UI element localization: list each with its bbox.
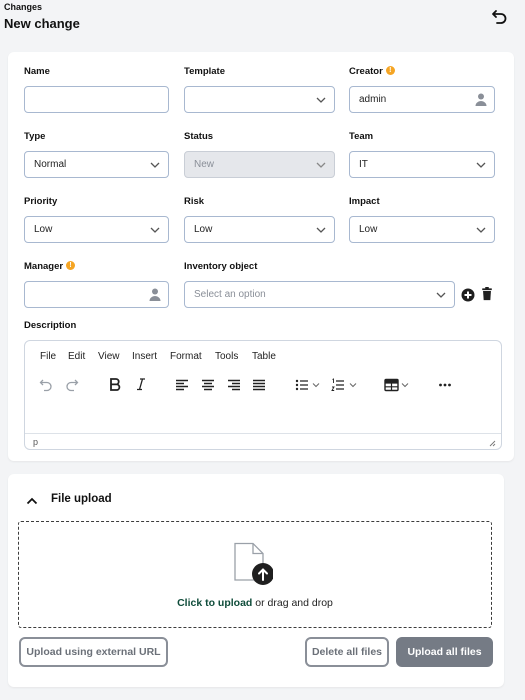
more-options-button[interactable] (438, 378, 452, 394)
align-center-icon (202, 379, 214, 391)
manager-label-text: Manager (24, 261, 64, 272)
upload-external-url-button[interactable]: Upload using external URL (19, 637, 168, 667)
page-title: New change (4, 16, 80, 31)
menu-table[interactable]: Table (252, 351, 276, 362)
chevron-down-icon (316, 227, 326, 233)
drop-instructions: Click to upload or drag and drop (19, 597, 491, 609)
undo-button[interactable] (39, 378, 53, 394)
align-center-button[interactable] (201, 378, 215, 394)
element-path[interactable]: p (33, 437, 38, 447)
italic-icon (137, 378, 145, 391)
menu-insert[interactable]: Insert (132, 351, 157, 362)
risk-select[interactable]: Low (184, 216, 335, 243)
bold-icon (110, 378, 121, 391)
align-left-icon (176, 379, 188, 391)
chevron-down-icon (476, 162, 486, 168)
breadcrumb[interactable]: Changes (4, 2, 42, 12)
file-dropzone[interactable]: Click to upload or drag and drop (18, 521, 492, 628)
inventory-select[interactable]: Select an option (184, 281, 455, 308)
editor-menubar: File Edit View Insert Format Tools Table (25, 349, 501, 365)
bold-button[interactable] (109, 377, 121, 393)
menu-view[interactable]: View (98, 351, 120, 362)
chevron-down-icon (436, 292, 446, 298)
info-icon[interactable]: ! (385, 66, 395, 75)
more-horizontal-icon (439, 383, 451, 387)
menu-file[interactable]: File (40, 351, 56, 362)
align-right-icon (228, 379, 240, 391)
chevron-down-icon (150, 162, 160, 168)
team-select[interactable]: IT (349, 151, 495, 178)
undo-icon (39, 379, 52, 392)
name-field[interactable] (24, 86, 169, 113)
priority-label: Priority (24, 196, 58, 207)
file-upload-icon (234, 542, 273, 585)
risk-label: Risk (184, 196, 205, 207)
menu-edit[interactable]: Edit (68, 351, 85, 362)
drag-drop-text: or drag and drop (252, 597, 333, 609)
creator-label: Creator! (349, 66, 395, 77)
chevron-down-icon (476, 227, 486, 233)
team-label: Team (349, 131, 374, 142)
bullet-list-button[interactable] (295, 378, 321, 394)
type-select[interactable]: Normal (24, 151, 169, 178)
manager-label: Manager! (24, 261, 76, 272)
align-justify-icon (253, 379, 265, 391)
table-button[interactable] (384, 378, 412, 394)
inventory-label: Inventory object (184, 261, 258, 272)
chevron-up-icon (26, 497, 38, 505)
upload-title: File upload (51, 493, 112, 505)
change-form-card: Name Template Creator! admin Type Normal… (8, 52, 514, 461)
impact-select[interactable]: Low (349, 216, 495, 243)
table-icon (384, 378, 409, 392)
template-label: Template (184, 66, 226, 77)
priority-select[interactable]: Low (24, 216, 169, 243)
user-icon (475, 93, 487, 106)
rich-text-editor[interactable]: File Edit View Insert Format Tools Table (24, 340, 502, 450)
risk-value: Low (194, 224, 213, 235)
info-icon[interactable]: ! (66, 261, 76, 270)
upload-all-files-button[interactable]: Upload all files (396, 637, 493, 667)
menu-tools[interactable]: Tools (215, 351, 238, 362)
chevron-down-icon (316, 162, 326, 168)
status-value: New (194, 159, 215, 170)
click-to-upload-link[interactable]: Click to upload (177, 597, 252, 609)
trash-icon[interactable] (480, 287, 494, 301)
delete-all-files-button[interactable]: Delete all files (305, 637, 389, 667)
numbered-list-icon (331, 378, 357, 391)
type-label: Type (24, 131, 46, 142)
chevron-down-icon (316, 97, 326, 103)
creator-value: admin (359, 94, 387, 105)
numbered-list-button[interactable] (331, 378, 359, 394)
align-right-button[interactable] (227, 378, 241, 394)
bullet-list-icon (295, 379, 320, 391)
italic-button[interactable] (135, 377, 147, 393)
redo-icon (66, 379, 79, 392)
menu-format[interactable]: Format (170, 351, 202, 362)
align-justify-button[interactable] (252, 378, 266, 394)
redo-button[interactable] (65, 378, 79, 394)
chevron-down-icon (150, 227, 160, 233)
resize-handle-icon[interactable] (488, 439, 496, 447)
manager-field[interactable] (24, 281, 169, 308)
priority-value: Low (34, 224, 53, 235)
file-upload-card: File upload Click to upload or drag and … (8, 474, 504, 687)
description-label: Description (24, 320, 77, 331)
align-left-button[interactable] (175, 378, 189, 394)
undo-back-icon[interactable] (490, 6, 510, 26)
impact-label: Impact (349, 196, 380, 207)
inventory-placeholder: Select an option (194, 289, 266, 300)
status-select: New (184, 151, 335, 178)
type-value: Normal (34, 159, 67, 170)
creator-field[interactable]: admin (349, 86, 495, 113)
team-value: IT (359, 159, 368, 170)
name-label: Name (24, 66, 50, 77)
add-plus-icon[interactable] (461, 288, 475, 302)
page-header: Changes New change (0, 0, 525, 40)
editor-statusbar: p (25, 433, 501, 449)
user-icon (149, 288, 161, 301)
creator-label-text: Creator (349, 66, 383, 77)
impact-value: Low (359, 224, 378, 235)
template-select[interactable] (184, 86, 335, 113)
status-label: Status (184, 131, 214, 142)
